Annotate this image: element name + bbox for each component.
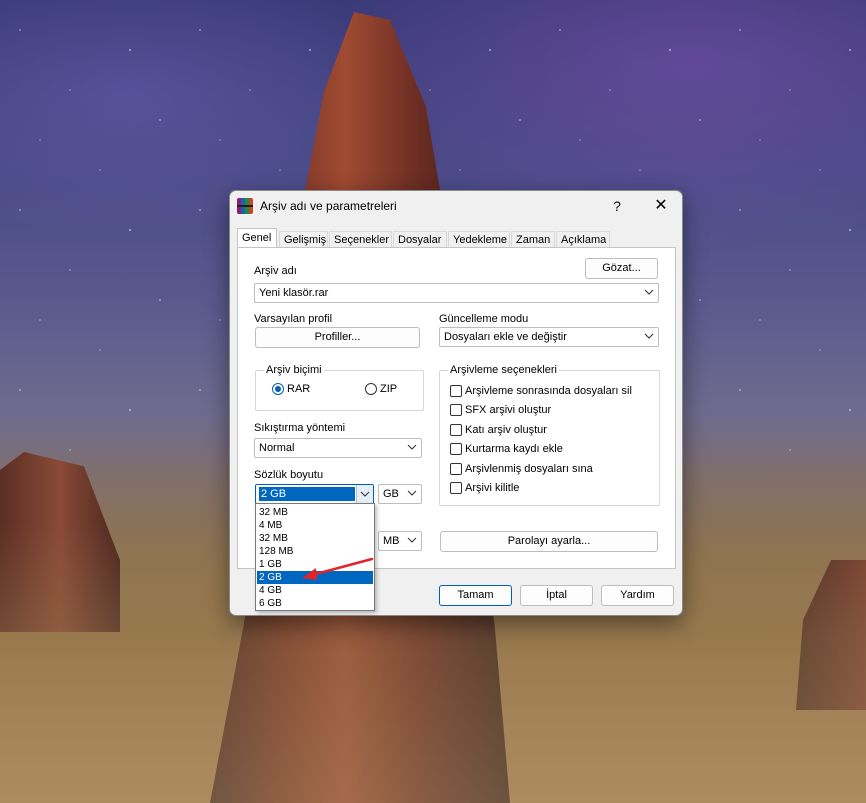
chevron-down-icon <box>407 444 417 450</box>
winrar-app-icon <box>237 198 253 214</box>
option-create-sfx[interactable]: SFX arşivi oluştur <box>465 404 551 416</box>
tab-zaman[interactable]: Zaman <box>511 231 555 247</box>
compression-method-label: Sıkıştırma yöntemi <box>254 422 346 434</box>
dropdown-option[interactable]: 4 GB <box>257 584 373 597</box>
split-unit-value: MB <box>383 535 400 547</box>
update-mode-label: Güncelleme modu <box>439 313 529 325</box>
archiving-options-label: Arşivleme seçenekleri <box>448 364 559 376</box>
profiles-button[interactable]: Profiller... <box>255 327 420 348</box>
checkbox[interactable] <box>450 482 462 494</box>
option-test-files[interactable]: Arşivlenmiş dosyaları sına <box>465 463 593 475</box>
set-password-button[interactable]: Parolayı ayarla... <box>440 531 658 552</box>
zip-radio-label[interactable]: ZIP <box>380 383 397 395</box>
chevron-down-icon <box>644 289 654 295</box>
dropdown-option[interactable]: 4 MB <box>257 519 373 532</box>
tab-aciklama[interactable]: Açıklama <box>556 231 610 247</box>
tab-genel[interactable]: Genel <box>237 228 277 247</box>
tab-secenekler[interactable]: Seçenekler <box>329 231 392 247</box>
option-delete-after[interactable]: Arşivleme sonrasında dosyaları sil <box>465 385 632 397</box>
archive-format-label: Arşiv biçimi <box>264 364 324 376</box>
option-lock-archive[interactable]: Arşivi kilitle <box>465 482 519 494</box>
checkbox[interactable] <box>450 424 462 436</box>
chevron-down-icon <box>407 490 417 496</box>
dropdown-option[interactable]: 32 MB <box>257 532 373 545</box>
dropdown-option[interactable]: 32 MB <box>257 506 373 519</box>
rar-radio[interactable] <box>272 383 284 395</box>
checkbox[interactable] <box>450 404 462 416</box>
update-mode-value: Dosyaları ekle ve değiştir <box>444 331 567 343</box>
checkbox[interactable] <box>450 463 462 475</box>
default-profile-label: Varsayılan profil <box>254 313 333 325</box>
dictionary-size-value: 2 GB <box>259 487 355 501</box>
dropdown-option[interactable]: 128 MB <box>257 545 373 558</box>
dropdown-option-selected[interactable]: 2 GB <box>257 571 373 584</box>
tab-yedekleme[interactable]: Yedekleme <box>448 231 510 247</box>
dropdown-option[interactable]: 6 GB <box>257 597 373 610</box>
dialog-title: Arşiv adı ve parametreleri <box>260 199 397 213</box>
checkbox[interactable] <box>450 443 462 455</box>
tab-dosyalar[interactable]: Dosyalar <box>393 231 447 247</box>
archive-name-value: Yeni klasör.rar <box>259 287 329 299</box>
chevron-down-icon <box>360 491 370 497</box>
update-mode-combo[interactable]: Dosyaları ekle ve değiştir <box>439 327 659 347</box>
compression-method-combo[interactable]: Normal <box>254 438 422 458</box>
archive-name-combo[interactable]: Yeni klasör.rar <box>254 283 659 303</box>
ok-button[interactable]: Tamam <box>439 585 512 606</box>
help-footer-button[interactable]: Yardım <box>601 585 674 606</box>
dropdown-toggle[interactable] <box>356 485 373 503</box>
title-bar[interactable]: Arşiv adı ve parametreleri ? ✕ <box>230 191 682 221</box>
browse-button[interactable]: Gözat... <box>585 258 658 279</box>
close-icon[interactable]: ✕ <box>648 196 674 216</box>
option-solid-archive[interactable]: Katı arşiv oluştur <box>465 424 547 436</box>
split-unit-combo[interactable]: MB <box>378 531 422 551</box>
archive-name-label: Arşiv adı <box>254 265 297 277</box>
chevron-down-icon <box>407 537 417 543</box>
dictionary-unit-value: GB <box>383 488 399 500</box>
option-recovery-record[interactable]: Kurtarma kaydı ekle <box>465 443 563 455</box>
cancel-button[interactable]: İptal <box>520 585 593 606</box>
help-button[interactable]: ? <box>605 196 629 216</box>
dictionary-unit-combo[interactable]: GB <box>378 484 422 504</box>
dictionary-size-label: Sözlük boyutu <box>254 469 324 481</box>
compression-method-value: Normal <box>259 442 295 454</box>
checkbox[interactable] <box>450 385 462 397</box>
dropdown-option[interactable]: 1 GB <box>257 558 373 571</box>
rar-radio-label[interactable]: RAR <box>287 383 310 395</box>
tab-gelismis[interactable]: Gelişmiş <box>279 231 328 247</box>
dictionary-size-combo[interactable]: 2 GB <box>255 484 374 504</box>
dictionary-size-dropdown: 32 MB 4 MB 32 MB 128 MB 1 GB 2 GB 4 GB 6… <box>255 503 375 611</box>
zip-radio[interactable] <box>365 383 377 395</box>
chevron-down-icon <box>644 333 654 339</box>
